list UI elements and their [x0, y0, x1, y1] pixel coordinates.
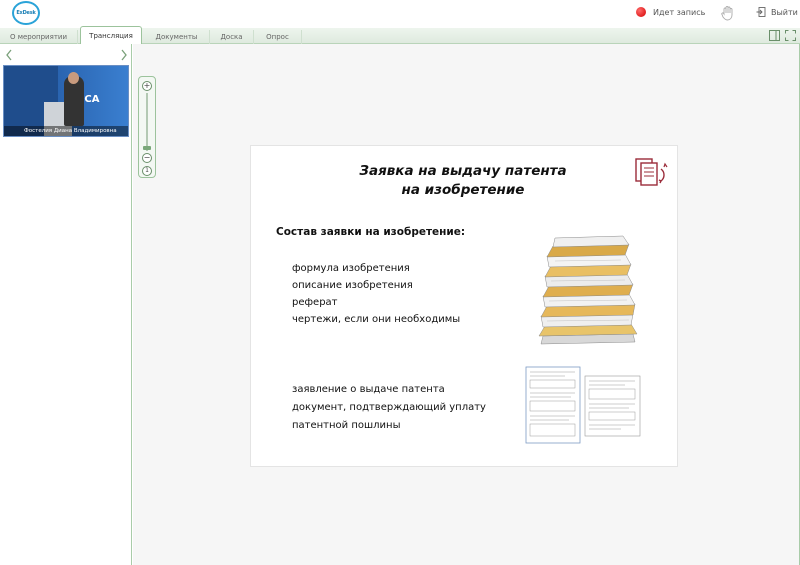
tab-label: Опрос [266, 33, 289, 41]
zoom-out-button[interactable]: − [142, 153, 152, 163]
list-item: документ, подтверждающий уплату [292, 402, 486, 413]
exit-label: Выйти [771, 7, 798, 17]
slide-title-line2: на изобретение [401, 182, 525, 198]
prev-arrow-icon[interactable] [5, 49, 13, 61]
tab-broadcast[interactable]: Трансляция [80, 26, 142, 45]
speaker-head [68, 72, 79, 84]
top-bar: ExDesk Идет запись Выйти [0, 0, 800, 28]
zoom-in-button[interactable]: + [142, 81, 152, 91]
tab-bar: О мероприятии Трансляция Документы Доска… [0, 26, 800, 45]
zoom-reset-button[interactable]: 1 [142, 166, 152, 176]
list-item: патентной пошлины [292, 420, 401, 431]
list-item: чертежи, если они необходимы [292, 314, 461, 325]
logo-text: ExDesk [16, 10, 36, 16]
exit-icon [756, 7, 766, 17]
app-logo[interactable]: ExDesk [12, 1, 40, 25]
paper-stack-image [538, 235, 638, 345]
application-contents-list: формула изобретения описание изобретения… [292, 260, 460, 328]
recording-indicator: Идет запись [636, 7, 705, 17]
tab-label: О мероприятии [9, 33, 67, 41]
fullscreen-icon[interactable] [785, 30, 796, 41]
tab-label: Трансляция [89, 32, 133, 40]
list-item: описание изобретения [292, 280, 413, 291]
layout-split-icon[interactable] [769, 30, 780, 41]
recording-label: Идет запись [653, 7, 706, 17]
presentation-slide: Заявка на выдачу патента на изобретение … [250, 145, 678, 467]
zoom-control: + − 1 [138, 76, 156, 178]
zoom-track[interactable] [146, 93, 148, 151]
additional-documents-list: заявление о выдаче патента документ, под… [292, 381, 486, 435]
slide-title: Заявка на выдачу патента на изобретение [323, 162, 603, 200]
tab-label: Документы [155, 33, 198, 41]
tab-label: Доска [220, 33, 243, 41]
tab-board[interactable]: Доска [210, 30, 254, 44]
list-item: реферат [292, 297, 338, 308]
speaker-video[interactable]: ИСА Фостелия Диана Владимировна [3, 65, 129, 137]
zoom-slider-handle[interactable] [143, 146, 151, 150]
list-item: заявление о выдаче патента [292, 384, 445, 395]
tab-documents[interactable]: Документы [144, 30, 210, 44]
exit-button[interactable]: Выйти [756, 7, 798, 17]
raise-hand-icon[interactable] [721, 5, 735, 21]
record-dot-icon [636, 7, 646, 17]
documents-icon [635, 158, 668, 186]
slide-subtitle: Состав заявки на изобретение: [276, 226, 466, 238]
application-forms-image [525, 366, 641, 444]
slide-title-line1: Заявка на выдачу патента [359, 163, 567, 179]
next-arrow-icon[interactable] [120, 49, 128, 61]
tab-about[interactable]: О мероприятии [0, 30, 78, 44]
tab-poll[interactable]: Опрос [254, 30, 302, 44]
speaker-name: Фостелия Диана Владимировна [4, 126, 128, 136]
list-item: формула изобретения [292, 263, 410, 274]
